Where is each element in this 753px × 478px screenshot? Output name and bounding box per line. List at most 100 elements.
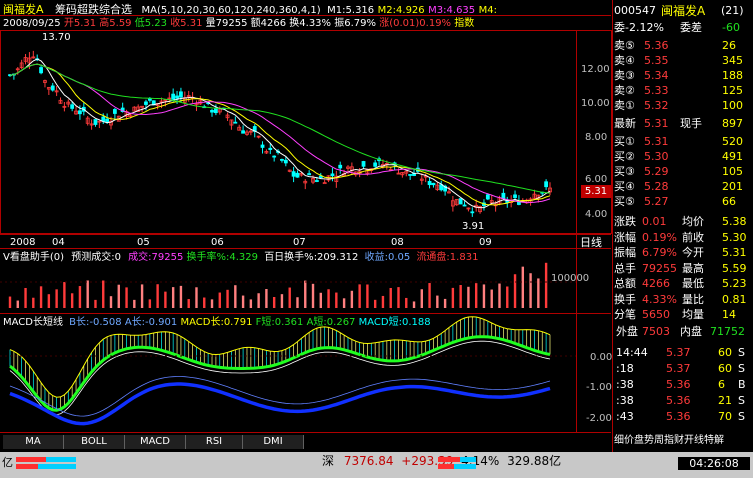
buy-row[interactable]: 买⑤ 5.27 66 [614,195,749,209]
indicator-name[interactable]: 筹码超跌综合选 [55,3,132,16]
tick-price: 5.36 [666,394,691,407]
sell-row[interactable]: 卖③ 5.34 188 [614,69,749,83]
volume-bar [257,293,260,308]
volume-bar [451,287,455,308]
stat-row: 换手 4.33% 量比 0.81 [614,293,749,307]
index-amount: 329.88亿 [507,454,562,468]
volume-bar [381,295,385,308]
current-price-tag: 5.31 [581,185,611,198]
price-axis-label: 4.00 [585,209,608,220]
buy-row[interactable]: 买① 5.31 520 [614,135,749,149]
sell-label: 卖④ [614,54,635,67]
price-axis-label: 12.00 [581,64,610,75]
bar-amount: 额4266 [250,18,287,29]
ma10-line [9,63,551,206]
buy-volume: 491 [722,150,743,163]
macd-title[interactable]: MACD长短线 [3,317,63,328]
quote-code: 000547 [614,4,656,17]
tab-ma[interactable]: MA [3,435,64,449]
volume-bar [490,289,493,308]
sell-row[interactable]: 卖① 5.32 100 [614,99,749,113]
ma-m1: M1:5.316 [327,5,375,16]
stat-value: 4.33% [642,292,677,306]
wei-cha-label: 委差 [680,21,702,34]
buy-row[interactable]: 买② 5.30 491 [614,150,749,164]
tab-macd[interactable]: MACD [125,435,186,449]
candle-body [431,182,436,186]
period-label[interactable]: 日线 [580,236,602,249]
stat-label: 均价 [682,215,704,228]
volume-bar [482,284,486,308]
volume-bar [117,284,120,308]
sell-row[interactable]: 卖⑤ 5.36 26 [614,39,749,53]
candle-body [93,119,98,125]
candle-body [179,91,183,98]
sell-row[interactable]: 卖② 5.33 125 [614,84,749,98]
macd-b-long: B长:-0.508 [69,317,122,328]
volume-bar [249,299,253,308]
buy-row[interactable]: 买③ 5.29 105 [614,165,749,179]
tick-volume: 70 [718,410,732,423]
volume-axis-label: 100000 [551,273,590,284]
stat-label: 总手 [614,261,636,275]
buy-price: 5.30 [644,150,669,163]
candle-body [175,95,179,99]
sell-price: 5.35 [644,54,669,67]
sell-row[interactable]: 卖④ 5.35 345 [614,54,749,68]
stat-value: 0.01 [642,215,667,228]
inner-value: 71752 [710,325,745,338]
volume-bar [280,294,284,308]
macd-panel-header: MACD长短线 B长:-0.508 A长:-0.901 MACD长:0.791 … [3,316,431,329]
price-axis-label: 8.00 [585,132,608,143]
tab-boll[interactable]: BOLL [64,435,125,449]
candle-body [283,159,288,164]
buy-label: 买① [614,135,635,148]
volume-title[interactable]: V看盘助手(0) [3,252,64,263]
volume-bar [148,299,152,308]
tick-price: 5.37 [666,346,691,359]
macd-a-long: A长:-0.901 [124,317,178,328]
index-label[interactable]: 指数 [454,18,474,29]
stock-name[interactable]: 闽福发A [3,3,44,16]
bar-date: 2008/09/25 [3,18,61,29]
volume-bar [78,286,82,308]
candle-body [485,194,490,200]
stat-row: 振幅 6.79% 今开 5.31 [614,246,749,260]
volume-bar [125,287,128,308]
sell-label: 卖② [614,84,635,97]
bar-close: 收5.31 [170,18,203,29]
tab-dmi[interactable]: DMI [243,435,304,449]
stat-value: 79255 [642,261,677,275]
volume-bar [513,274,517,308]
candle-body [272,155,277,158]
sell-volume: 26 [722,39,736,52]
quote-header: 000547 闽福发A (21) [614,4,749,18]
time-axis-label: 05 [137,237,150,248]
candle-body [315,180,319,182]
candle-body [427,181,432,186]
stat-row: 涨跌 0.01 均价 5.38 [614,215,749,229]
quote-name[interactable]: 闽福发A [661,4,705,18]
quote-wei: 委-2.12% 委差 -60 [614,21,749,35]
ma-m2: M2:4.926 [377,5,425,16]
buy-row[interactable]: 买④ 5.28 201 [614,180,749,194]
tab-rsi[interactable]: RSI [186,435,243,449]
ma-params: MA(5,10,20,30,60,120,240,360,4,1) [141,5,321,16]
macd-axis-label: -1.00 [586,382,612,393]
sell-price: 5.32 [644,99,669,112]
volume-bar [234,285,237,308]
volume-bar [498,283,501,308]
volume-bar [529,273,532,308]
volume-bar [86,280,89,308]
stat-value: 5.23 [722,277,747,290]
quote-footer-text[interactable]: 细价盘势周指财开线特解 [614,434,724,448]
macd-f-short: F短:0.361 [255,317,304,328]
volume-bar [405,297,408,308]
stat-value: 6.79% [642,246,677,259]
volume-bar [544,262,548,308]
wei-cha: -60 [722,21,740,34]
volume-bar [164,291,167,308]
index-market[interactable]: 深 [322,454,334,468]
candle-body [78,110,82,115]
volume-bar [39,286,43,308]
